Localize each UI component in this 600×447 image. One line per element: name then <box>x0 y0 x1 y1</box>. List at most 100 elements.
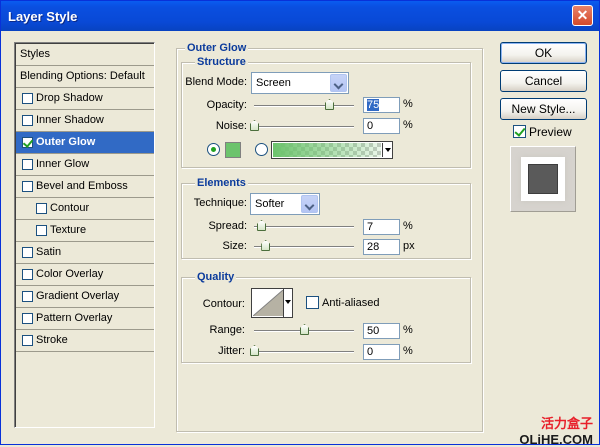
contour-label: Contour: <box>202 298 245 310</box>
style-item-inner-glow[interactable]: Inner Glow <box>16 154 154 176</box>
opacity-slider[interactable] <box>254 105 354 107</box>
style-item-blending-options-default[interactable]: Blending Options: Default <box>16 66 154 88</box>
style-item-contour[interactable]: Contour <box>16 198 154 220</box>
blend-mode-value: Screen <box>256 77 291 89</box>
style-item-outer-glow[interactable]: Outer Glow <box>16 132 154 154</box>
style-item-drop-shadow[interactable]: Drop Shadow <box>16 88 154 110</box>
spread-field[interactable]: 7 <box>363 219 400 235</box>
style-item-label: Satin <box>36 246 62 258</box>
style-item-gradient-overlay[interactable]: Gradient Overlay <box>16 286 154 308</box>
size-label: Size: <box>222 240 247 252</box>
gradient-preview <box>273 143 381 157</box>
range-label: Range: <box>209 324 245 336</box>
noise-label: Noise: <box>215 120 247 132</box>
jitter-label: Jitter: <box>218 345 245 357</box>
style-item-label: Contour <box>50 202 90 214</box>
style-checkbox[interactable] <box>36 225 47 236</box>
style-checkbox[interactable] <box>22 93 33 104</box>
technique-value: Softer <box>255 198 285 210</box>
dialog-title: Layer Style <box>8 9 78 24</box>
elements-title: Elements <box>195 177 248 189</box>
style-item-stroke[interactable]: Stroke <box>16 330 154 352</box>
spread-label: Spread: <box>208 220 247 232</box>
style-item-label: Texture <box>50 224 87 236</box>
noise-field[interactable]: 0 <box>363 118 400 134</box>
blend-mode-label: Blend Mode: <box>185 76 247 88</box>
style-item-bevel-and-emboss[interactable]: Bevel and Emboss <box>16 176 154 198</box>
size-field[interactable]: 28 <box>363 239 400 255</box>
jitter-unit: % <box>403 345 413 357</box>
style-preview <box>510 146 576 212</box>
style-checkbox[interactable] <box>22 181 33 192</box>
style-checkbox[interactable] <box>22 115 33 126</box>
noise-slider[interactable] <box>254 126 354 128</box>
style-item-label: Color Overlay <box>36 268 104 280</box>
style-item-label: Blending Options: Default <box>20 70 145 82</box>
style-item-label: Gradient Overlay <box>36 290 120 302</box>
contour-dropdown-arrow[interactable] <box>283 289 292 317</box>
caret-down-icon <box>285 300 291 304</box>
styles-list: Styles Blending Options: Default Drop Shad… <box>14 42 155 428</box>
style-item-label: Bevel and Emboss <box>36 180 128 192</box>
style-checkbox[interactable] <box>22 159 33 170</box>
new-style-button[interactable]: New Style... <box>500 98 587 120</box>
glow-color-swatch[interactable] <box>225 142 241 158</box>
preview-label: Preview <box>529 125 572 139</box>
close-button[interactable]: ✕ <box>572 5 593 26</box>
spread-slider[interactable] <box>254 226 354 228</box>
layer-style-dialog: Layer Style ✕ Styles Blending Options: De… <box>0 0 600 447</box>
ok-button[interactable]: OK <box>500 42 587 64</box>
solid-color-radio[interactable] <box>207 143 220 156</box>
spread-unit: % <box>403 220 413 232</box>
jitter-field[interactable]: 0 <box>363 344 400 360</box>
quality-title: Quality <box>195 271 237 283</box>
gradient-dropdown-arrow[interactable] <box>382 143 392 157</box>
style-checkbox[interactable] <box>22 313 33 324</box>
opacity-value: 75 <box>367 99 380 111</box>
style-checkbox[interactable] <box>22 335 33 346</box>
anti-aliased-checkbox[interactable] <box>306 296 319 309</box>
close-icon: ✕ <box>576 7 589 23</box>
style-checkbox[interactable] <box>36 203 47 214</box>
technique-select[interactable]: Softer <box>250 193 320 215</box>
watermark-line1: 活力盒子 <box>540 416 593 431</box>
jitter-slider[interactable] <box>254 351 354 353</box>
style-item-satin[interactable]: Satin <box>16 242 154 264</box>
style-checkbox[interactable] <box>22 137 33 148</box>
opacity-label: Opacity: <box>206 99 247 111</box>
noise-unit: % <box>403 119 413 131</box>
style-item-styles[interactable]: Styles <box>16 44 154 66</box>
contour-picker[interactable] <box>251 288 293 318</box>
style-checkbox[interactable] <box>22 247 33 258</box>
style-item-label: Inner Shadow <box>36 114 104 126</box>
title-bar[interactable]: Layer Style ✕ <box>1 1 599 31</box>
glow-gradient-picker[interactable] <box>271 141 393 159</box>
gradient-radio[interactable] <box>255 143 268 156</box>
technique-label: Technique: <box>193 197 247 209</box>
range-unit: % <box>403 324 413 336</box>
style-checkbox[interactable] <box>22 269 33 280</box>
style-item-pattern-overlay[interactable]: Pattern Overlay <box>16 308 154 330</box>
opacity-field[interactable]: 75 <box>363 97 400 113</box>
style-item-label: Pattern Overlay <box>36 312 113 324</box>
style-item-texture[interactable]: Texture <box>16 220 154 242</box>
preview-square <box>529 165 557 193</box>
structure-title: Structure <box>195 56 248 68</box>
watermark: 活力盒子 OLiHE.COM <box>519 413 593 447</box>
contour-curve-icon <box>253 290 283 316</box>
style-item-inner-shadow[interactable]: Inner Shadow <box>16 110 154 132</box>
style-item-label: Inner Glow <box>36 158 90 170</box>
style-item-label: Drop Shadow <box>36 92 103 104</box>
chevron-down-icon <box>330 74 347 92</box>
style-item-label: Styles <box>20 48 50 60</box>
blend-mode-select[interactable]: Screen <box>251 72 349 94</box>
opacity-unit: % <box>403 98 413 110</box>
style-item-color-overlay[interactable]: Color Overlay <box>16 264 154 286</box>
preview-checkbox[interactable] <box>513 125 526 138</box>
range-field[interactable]: 50 <box>363 323 400 339</box>
outer-glow-title: Outer Glow <box>185 42 249 54</box>
style-checkbox[interactable] <box>22 291 33 302</box>
cancel-button[interactable]: Cancel <box>500 70 587 92</box>
size-unit: px <box>403 240 415 252</box>
style-item-label: Stroke <box>36 334 68 346</box>
